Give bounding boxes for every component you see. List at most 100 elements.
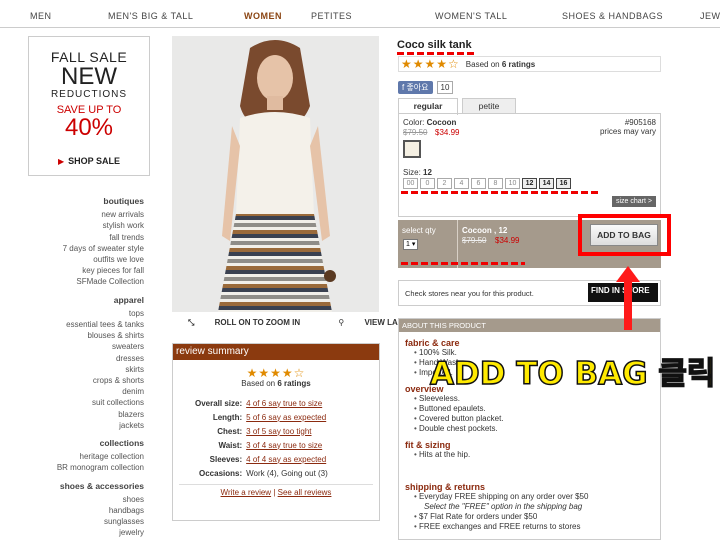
sidebar-item[interactable]: handbags [28,505,144,516]
shipping-list: Everyday FREE shipping on any order over… [414,492,660,532]
size-option-16[interactable]: 16 [556,178,571,189]
fit-title: fit & sizing [405,440,451,450]
sidebar-item[interactable]: tops [28,308,144,319]
item-sale-price: $34.99 [495,236,520,245]
sidebar-item[interactable]: stylish work [28,220,144,231]
size-option-4[interactable]: 4 [454,178,469,189]
sidebar-item[interactable]: BR monogram collection [28,462,144,473]
sidebar-item[interactable]: skirts [28,364,144,375]
annotation-label: ADD TO BAG 클릭 [429,355,716,393]
color-swatch-cocoon[interactable] [403,140,421,158]
sidebar-item[interactable]: blazers [28,409,144,420]
nav-womens-tall[interactable]: WOMEN'S TALL [435,11,507,21]
size-line: Size: 12 [403,168,432,177]
size-chart-button[interactable]: size chart > [612,196,656,207]
rating-stars: ★★★★☆ [246,366,306,380]
fit-value[interactable]: 3 of 4 say true to size [244,438,330,452]
sidebar-item[interactable]: shoes [28,494,144,505]
nav-jewelry[interactable]: JEW [700,11,720,21]
sidebar-item[interactable]: jackets [28,420,144,431]
sidebar-item[interactable]: SFMade Collection [28,276,144,287]
facebook-like: f 좋아요 10 [398,80,454,94]
nav-shoes-handbags[interactable]: SHOES & HANDBAGS [562,11,663,21]
based-label: Based on [241,379,276,388]
size-option-14[interactable]: 14 [539,178,554,189]
nav-group-heading: apparel [113,294,144,305]
triangle-right-icon: ▶ [57,157,65,166]
nav-mens-big-tall[interactable]: MEN'S BIG & TALL [108,11,193,21]
facebook-like-button[interactable]: f 좋아요 [398,80,433,94]
fit-label: Sleeves: [209,454,243,464]
shipping-note: Select the "FREE" option in the shipping… [424,502,583,511]
table-row: Overall size: 4 of 6 say true to size [193,396,330,410]
write-review-link[interactable]: Write a review [221,488,272,497]
nav-men[interactable]: MEN [30,11,52,21]
nav-petites[interactable]: PETITES [311,11,352,21]
size-label: Size: [403,168,421,177]
arrow-up-icon [616,266,640,330]
tab-petite[interactable]: petite [462,98,516,114]
sidebar-item[interactable]: new arrivals [28,209,144,220]
sidebar-item[interactable]: crops & shorts [28,375,144,386]
qty-label: select qty [402,226,436,235]
sku-note: prices may vary [599,127,656,136]
zoom-icon: ⤡ [188,318,197,327]
size-option-00[interactable]: 00 [403,178,418,189]
size-selector: 00 0 2 4 6 8 10 12 14 16 [403,178,571,189]
size-option-2[interactable]: 2 [437,178,452,189]
sidebar-item[interactable]: suit collections [28,397,144,408]
based-label: Based on [465,59,500,69]
fit-value[interactable]: 4 of 4 say as expected [244,452,330,466]
list-item: Buttoned epaulets. [414,404,660,414]
promo-line: 40% [64,114,114,141]
sidebar-item[interactable]: jewelry [28,527,144,538]
shop-sale-link[interactable]: ▶ SHOP SALE [29,156,149,166]
product-rating[interactable]: ★★★★☆ Based on 6 ratings [398,56,661,72]
size-option-12[interactable]: 12 [522,178,537,189]
roll-zoom-link[interactable]: ⤡ ROLL ON TO ZOOM IN [188,318,318,327]
fit-label: Length: [212,412,243,422]
list-item: Everyday FREE shipping on any order over… [414,492,660,502]
size-value: 12 [423,168,432,177]
sale-price: $34.99 [435,128,460,137]
table-row: Sleeves: 4 of 4 say as expected [193,452,330,466]
sidebar-item[interactable]: sunglasses [28,516,144,527]
sidebar-item[interactable]: outfits we love [28,254,144,265]
magnifier-icon: ⚲ [338,318,347,327]
fit-label: Occasions: [199,468,243,478]
sidebar-item[interactable]: dresses [28,353,144,364]
sidebar-item[interactable]: fall trends [28,232,144,243]
size-option-8[interactable]: 8 [488,178,503,189]
sidebar-item[interactable]: 7 days of sweater style [28,243,144,254]
size-option-6[interactable]: 6 [471,178,486,189]
color-label: Color: [403,118,425,127]
model-image [172,36,379,312]
fit-value[interactable]: Work (4), Going out (3) [244,466,330,480]
sidebar-item[interactable]: sweaters [28,341,144,352]
roll-zoom-label: ROLL ON TO ZOOM IN [214,318,301,327]
review-summary-header: review summary [173,344,379,360]
nav-women[interactable]: WOMEN [244,11,282,21]
fit-list: Hits at the hip. [414,450,660,460]
shipping-title: shipping & returns [405,482,486,492]
size-option-0[interactable]: 0 [420,178,435,189]
fit-value[interactable]: 5 of 6 say as expected [244,410,330,424]
see-all-reviews-link[interactable]: See all reviews [278,488,332,497]
fit-label: Overall size: [195,398,243,408]
size-option-10[interactable]: 10 [505,178,520,189]
qty-select[interactable]: 1 ▾ [403,239,419,250]
table-row: Chest: 3 of 5 say too tight [193,424,330,438]
sidebar-item[interactable]: essential tees & tanks [28,319,144,330]
sidebar-item[interactable]: blouses & shirts [28,330,144,341]
sku-number: #905168 [624,118,656,127]
table-row: Occasions: Work (4), Going out (3) [193,466,330,480]
fit-value[interactable]: 3 of 5 say too tight [244,424,330,438]
sidebar-item[interactable]: key pieces for fall [28,265,144,276]
list-item: Sleeveless. [414,394,660,404]
sidebar-item[interactable]: denim [28,386,144,397]
fit-value[interactable]: 4 of 6 say true to size [244,396,330,410]
sidebar-item[interactable]: heritage collection [28,451,144,462]
product-photo[interactable] [172,36,379,312]
sale-promo[interactable]: FALL SALE NEW REDUCTIONS SAVE UP TO 40% … [28,36,150,176]
red-dash-underline [401,191,599,194]
